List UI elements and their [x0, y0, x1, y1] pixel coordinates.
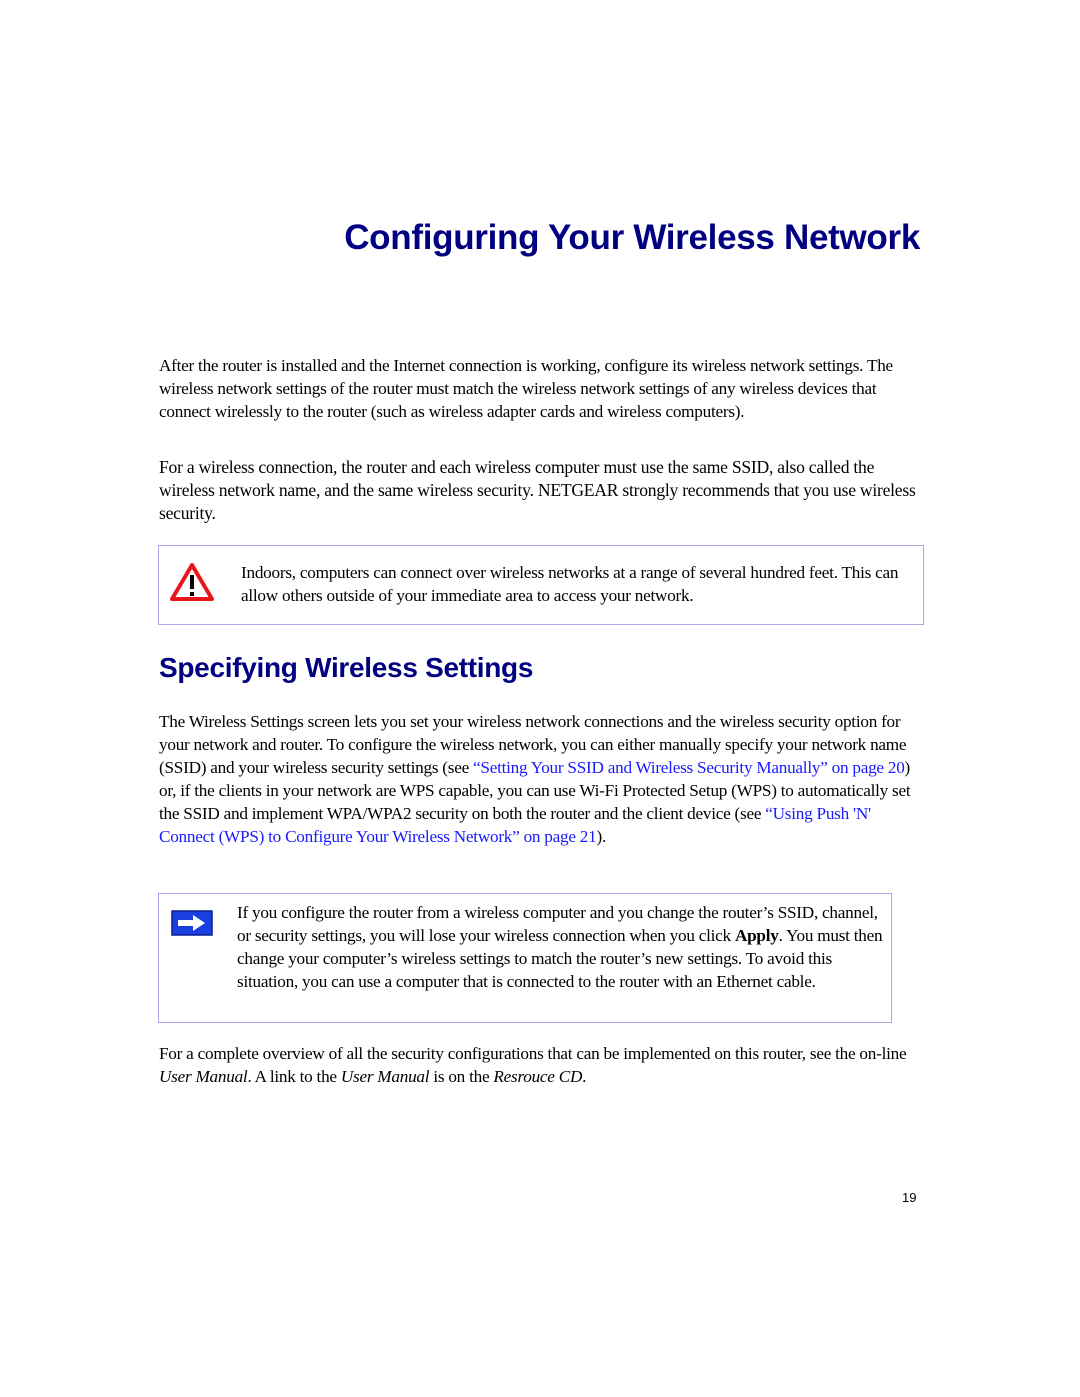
warning-box: Indoors, computers can connect over wire…: [158, 545, 924, 625]
note-box: If you configure the router from a wirel…: [158, 893, 892, 1023]
user-manual-ref-2: User Manual: [340, 1067, 430, 1086]
warning-text: Indoors, computers can connect over wire…: [241, 563, 899, 605]
intro-paragraph-1: After the router is installed and the In…: [159, 356, 893, 421]
note-text: If you configure the router from a wirel…: [237, 901, 887, 993]
section-heading: Specifying Wireless Settings: [159, 652, 534, 683]
resource-cd-ref: Resrouce CD: [493, 1067, 583, 1086]
page-number: 19: [902, 1190, 917, 1205]
section-paragraph: The Wireless Settings screen lets you se…: [159, 710, 929, 848]
section-text-3: ).: [596, 827, 607, 846]
arrow-right-icon: [171, 910, 213, 941]
page-title: Configuring Your Wireless Network: [344, 218, 920, 257]
warning-triangle-icon: [169, 562, 215, 607]
closing-paragraph: For a complete overview of all the secur…: [159, 1042, 929, 1088]
closing-text-1: For a complete overview of all the secur…: [159, 1044, 907, 1063]
closing-text-2: . A link to the: [247, 1067, 341, 1086]
link-setting-ssid-manually[interactable]: “Setting Your SSID and Wireless Security…: [473, 758, 905, 777]
apply-label: Apply: [734, 926, 779, 945]
user-manual-ref-1: User Manual: [159, 1067, 248, 1086]
closing-text-4: .: [582, 1067, 587, 1086]
intro-paragraph-2: For a wireless connection, the router an…: [159, 457, 916, 523]
closing-text-3: is on the: [429, 1067, 494, 1086]
